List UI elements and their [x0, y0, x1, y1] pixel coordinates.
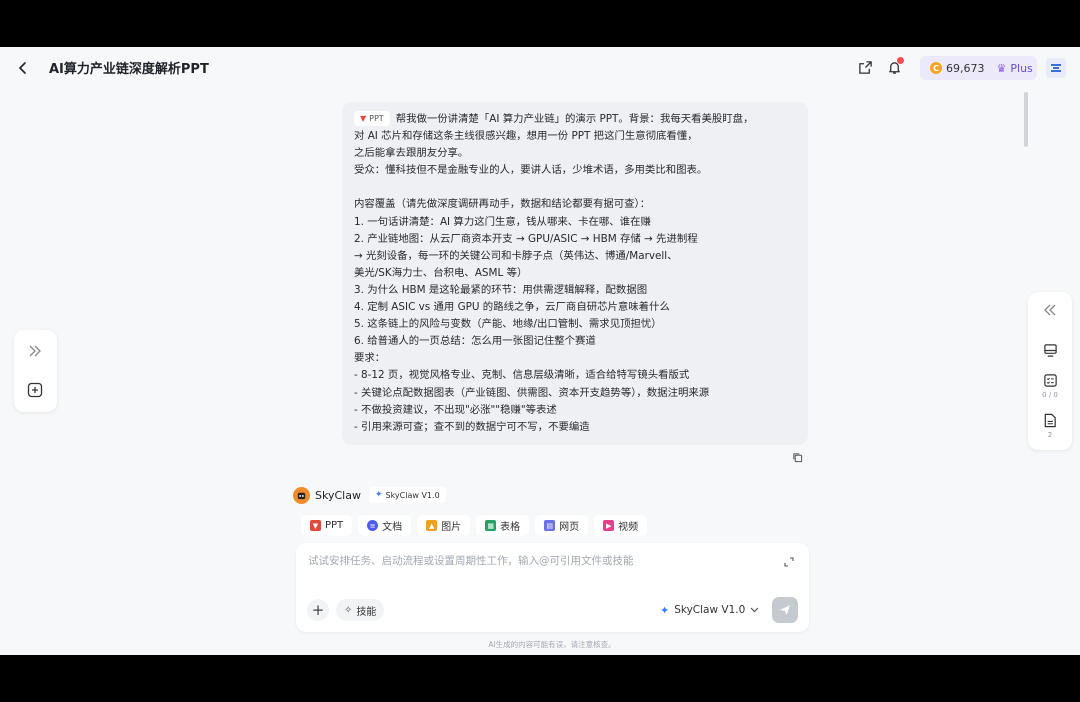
message-line: - 关键论点配数据图表（产业链图、供需图、资本开支趋势等），数据注明来源 [354, 386, 710, 399]
workspace-icon [1051, 64, 1061, 72]
workspace-button[interactable] [1046, 58, 1066, 78]
chat-input-box: + ✧技能 ✦ SkyClaw V1.0 [296, 543, 809, 632]
expand-icon [784, 557, 794, 567]
share-icon [858, 60, 872, 74]
double-chevron-left-icon [1044, 304, 1056, 316]
back-button[interactable] [12, 57, 34, 79]
message-line: - 引用来源可查；查不到的数据宁可不写，不要编造 [354, 420, 590, 433]
sheet-icon: ▦ [485, 520, 497, 531]
tool-chips: ▼ PPT ≡ 文档 ▲ 图片 ▦ 表格 ▤ 网页 ▶ 视频 [301, 515, 648, 536]
message-line: 4. 定制 ASIC vs 通用 GPU 的路线之争，云厂商自研芯片意味着什么 [354, 301, 670, 314]
message-line: 3. 为什么 HBM 是这轮最紧的环节：用供需逻辑解释，配数据图 [354, 283, 648, 296]
message-line: ▼ PPT 帮我做一份讲清楚「AI 算力产业链」的演示 PPT。背景：我每天看美股盯… [354, 111, 796, 128]
message-line: → 光刻设备，每一环的关键公司和卡脖子点（英伟达、博通/Marvell、 [354, 249, 678, 262]
message-line: 6. 给普通人的一页总结：怎么用一张图记住整个赛道 [354, 335, 596, 348]
message-line: - 8-12 页，视觉风格专业、克制、信息层级清晰，适合给特写镜头看版式 [354, 369, 690, 382]
sparkle-icon: ✦ [660, 603, 670, 617]
monitor-icon [1043, 343, 1057, 357]
top-letterbox [0, 0, 1080, 47]
ppt-icon: ▼ [360, 114, 367, 123]
message-line: 受众：懂科技但不是金融专业的人，要讲人话，少堆术语，多用类比和图表。 [354, 164, 708, 177]
double-chevron-right-icon [29, 345, 41, 357]
agent-name: SkyClaw [315, 488, 361, 502]
ai-disclaimer: AI生成的内容可能有误，请注意核查。 [488, 640, 616, 649]
message-line: 对 AI 芯片和存储这条主线很感兴趣，想用一份 PPT 把这门生意彻底看懂， [354, 130, 698, 143]
user-message: ▼ PPT 帮我做一份讲清楚「AI 算力产业链」的演示 PPT。背景：我每天看美股盯… [342, 102, 808, 445]
agent-version-badge: ✦ SkyClaw V1.0 [368, 487, 446, 503]
collapse-panel-button[interactable] [1040, 300, 1060, 320]
message-line: 要求： [354, 352, 386, 365]
bottom-letterbox [0, 655, 1080, 702]
todo-button[interactable] [1040, 370, 1060, 390]
message-line: 2. 产业链地图：从云厂商资本开支 → GPU/ASIC → HBM 存储 → … [354, 232, 698, 245]
chip-ppt[interactable]: ▼ PPT [301, 515, 353, 536]
chevron-down-icon [750, 607, 759, 613]
scrollbar[interactable] [1024, 92, 1028, 147]
ppt-icon: ▼ [310, 520, 321, 531]
message-line: 1. 一句话讲清楚：AI 算力这门生意，钱从哪来、卡在哪、谁在赚 [354, 215, 651, 228]
app-window: AI算力产业链深度解析PPT C 69,673 ♛ Plus ▼ PPT 帮我做一份… [0, 47, 1080, 655]
skill-icon: ✧ [344, 604, 353, 616]
chip-webpage[interactable]: ▤ 网页 [535, 515, 589, 536]
robot-icon [297, 492, 306, 499]
agent-header: SkyClaw ✦ SkyClaw V1.0 [293, 486, 446, 504]
checklist-icon [1043, 373, 1057, 387]
video-icon: ▶ [603, 520, 615, 531]
left-toolbar [14, 330, 57, 412]
notification-button[interactable] [884, 57, 904, 77]
message-line: 美光/SK海力士、台积电、ASML 等） [354, 266, 528, 279]
credits-count: 69,673 [946, 61, 985, 75]
message-line: - 不做投资建议，不出现"必涨""稳赚"等表述 [354, 403, 557, 416]
coin-icon: C [930, 62, 942, 74]
expand-input-button[interactable] [783, 556, 795, 568]
credits-badge[interactable]: C 69,673 ♛ Plus [920, 56, 1037, 80]
message-line [354, 179, 796, 196]
new-chat-icon [27, 382, 43, 398]
plan-label: Plus [1010, 61, 1033, 75]
message-line: 之后能拿去跟朋友分享。 [354, 147, 469, 160]
chip-image[interactable]: ▲ 图片 [417, 515, 471, 536]
expand-sidebar-button[interactable] [25, 341, 45, 361]
document-icon: ≡ [367, 520, 379, 531]
webpage-icon: ▤ [544, 520, 556, 531]
image-icon: ▲ [426, 520, 438, 531]
copy-icon [792, 452, 802, 462]
page-title: AI算力产业链深度解析PPT [49, 62, 209, 77]
send-icon [780, 605, 790, 615]
right-toolbar: 0 / 0 2 [1028, 292, 1072, 450]
share-button[interactable] [855, 57, 875, 77]
notification-dot [897, 57, 904, 64]
message-input[interactable] [308, 553, 778, 583]
todo-count: 0 / 0 [1042, 391, 1058, 399]
message-line: 内容覆盖（请先做深度调研再动手，数据和结论都要有据可查）： [354, 198, 651, 211]
model-name: SkyClaw V1.0 [674, 604, 746, 616]
chip-sheet[interactable]: ▦ 表格 [476, 515, 530, 536]
crown-icon: ♛ [996, 61, 1007, 75]
files-count: 2 [1047, 431, 1053, 439]
sparkle-icon: ✦ [374, 490, 383, 500]
file-icon [1044, 413, 1056, 427]
chip-video[interactable]: ▶ 视频 [594, 515, 648, 536]
files-button[interactable] [1040, 410, 1060, 430]
ppt-tag: ▼ PPT [354, 111, 390, 127]
copy-button[interactable] [790, 450, 804, 464]
chip-doc[interactable]: ≡ 文档 [358, 515, 412, 536]
skill-button[interactable]: ✧ 技能 [336, 599, 385, 621]
agent-avatar [293, 486, 310, 504]
send-button[interactable] [772, 597, 798, 623]
plus-icon: + [311, 601, 325, 619]
attach-button[interactable]: + [307, 599, 329, 621]
message-line: 5. 这条链上的风险与变数（产能、地缘/出口管制、需求见顶担忧） [354, 318, 662, 331]
model-selector[interactable]: ✦ SkyClaw V1.0 [660, 601, 759, 619]
new-chat-button[interactable] [25, 380, 45, 400]
terminal-button[interactable] [1040, 340, 1060, 360]
chevron-left-icon [19, 62, 26, 74]
